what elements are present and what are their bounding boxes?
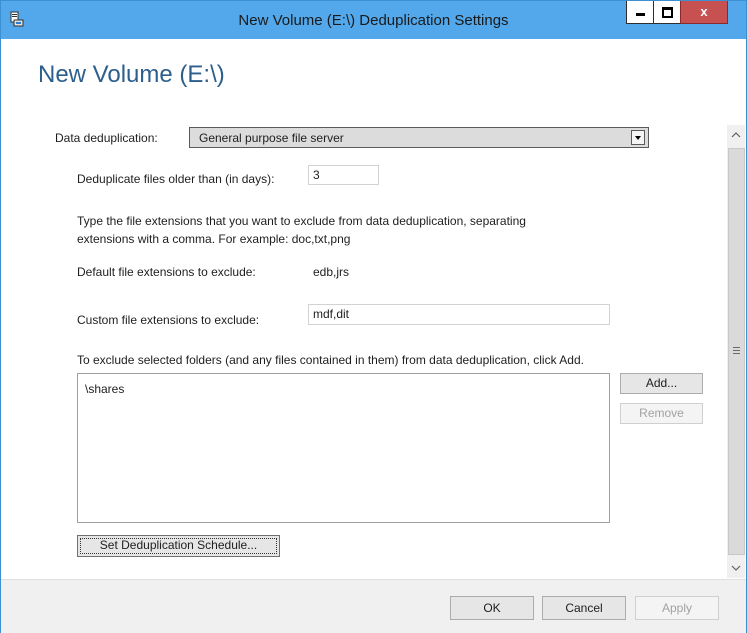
cancel-button[interactable]: Cancel — [542, 596, 626, 620]
grip-line — [733, 350, 740, 351]
minimize-icon — [636, 13, 645, 16]
default-extensions-value: edb,jrs — [313, 265, 350, 279]
default-extensions-label: Default file extensions to exclude: — [77, 265, 256, 279]
days-label: Deduplicate files older than (in days): — [77, 172, 275, 186]
apply-button[interactable]: Apply — [635, 596, 719, 620]
days-input[interactable]: 3 — [308, 165, 379, 185]
dialog-footer: OK Cancel Apply — [1, 579, 746, 633]
custom-extensions-input[interactable]: mdf,dit — [308, 304, 610, 325]
dedup-mode-label: Data deduplication: — [55, 131, 158, 145]
custom-extensions-label: Custom file extensions to exclude: — [77, 313, 260, 327]
remove-folder-button[interactable]: Remove — [620, 403, 703, 424]
minimize-button[interactable] — [626, 1, 654, 24]
focus-ring — [80, 538, 277, 554]
ok-button[interactable]: OK — [450, 596, 534, 620]
extensions-instruction-line1: Type the file extensions that you want t… — [77, 214, 526, 228]
folders-instruction: To exclude selected folders (and any fil… — [77, 353, 584, 367]
excluded-folders-list[interactable]: \shares — [77, 373, 610, 523]
list-item[interactable]: \shares — [85, 382, 124, 396]
scroll-down-icon[interactable] — [727, 558, 745, 578]
maximize-button[interactable] — [653, 1, 681, 24]
vertical-scrollbar[interactable] — [727, 125, 745, 578]
dropdown-button[interactable] — [631, 130, 645, 145]
grip-line — [733, 353, 740, 354]
chevron-down-icon — [635, 136, 641, 140]
set-schedule-button[interactable]: Set Deduplication Schedule... — [77, 535, 280, 557]
close-icon: x — [700, 4, 708, 19]
page-title: New Volume (E:\) — [38, 61, 225, 88]
maximize-icon — [662, 7, 673, 18]
dedup-mode-value: General purpose file server — [199, 131, 344, 145]
dialog-window: New Volume (E:\) Deduplication Settings … — [0, 0, 747, 633]
dedup-mode-dropdown[interactable]: General purpose file server — [189, 127, 649, 148]
extensions-instruction-line2: extensions with a comma. For example: do… — [77, 232, 351, 246]
add-folder-button[interactable]: Add... — [620, 373, 703, 394]
grip-line — [733, 347, 740, 348]
close-button[interactable]: x — [680, 1, 728, 24]
title-bar[interactable]: New Volume (E:\) Deduplication Settings … — [1, 1, 746, 39]
scroll-up-icon[interactable] — [727, 125, 745, 145]
scrollbar-thumb[interactable] — [728, 148, 745, 555]
